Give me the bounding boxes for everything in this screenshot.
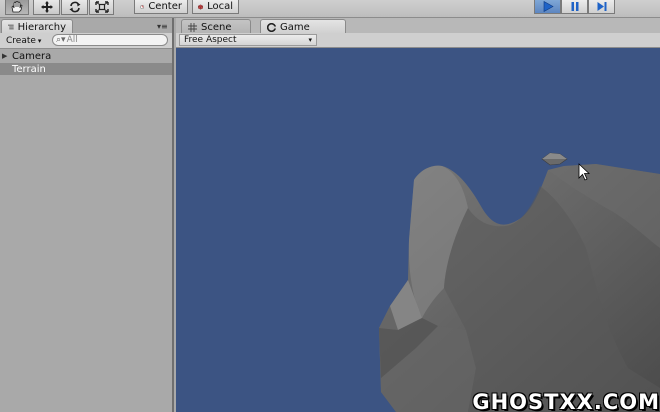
chevron-down-icon: ▾ [308,36,312,44]
move-icon [40,1,53,13]
move-tool-button[interactable] [33,0,60,15]
search-placeholder: All [66,35,78,45]
game-view-toolbar: Free Aspect ▾ [176,33,660,48]
search-icon: ⌕▾ [56,35,66,45]
main-toolbar: Center Local [0,0,660,18]
watermark-text: GHOSTXX.COM [472,390,660,412]
hand-icon [11,1,23,13]
play-icon [543,1,554,12]
step-icon [597,2,606,11]
aspect-dropdown[interactable]: Free Aspect ▾ [179,34,317,46]
scene-grid-icon [188,22,197,32]
tab-hierarchy[interactable]: Hierarchy [1,19,73,34]
chevron-down-icon: ▾ [37,36,42,45]
list-icon [8,24,14,30]
tab-game[interactable]: Game [260,19,346,34]
create-label: Create [6,35,36,46]
pivot-icon [140,4,145,9]
hand-tool-button[interactable] [5,0,29,15]
scale-tool-button[interactable] [89,0,114,15]
hierarchy-panel: Hierarchy ▾≡ Create ▾ ⌕▾ All ▶ Camera Te… [0,18,174,412]
create-dropdown[interactable]: Create ▾ [3,34,44,47]
tab-hierarchy-label: Hierarchy [17,21,66,33]
game-viewport[interactable]: GHOSTXX.COM [176,48,660,412]
tree-item-label: Terrain [12,63,46,75]
tree-item-terrain[interactable]: Terrain [0,63,172,75]
game-controller-icon [267,22,276,32]
cube-icon [198,4,203,9]
pivot-label: Center [148,1,182,12]
terrain-render [379,152,660,412]
scale-icon [94,1,109,13]
game-panel: Scene Game Free Aspect ▾ GHOSTXX.COM [176,18,660,412]
hierarchy-toolbar: Create ▾ ⌕▾ All [0,33,172,49]
play-button[interactable] [534,0,561,14]
tree-item-camera[interactable]: ▶ Camera [0,50,172,62]
expand-arrow-icon[interactable]: ▶ [0,52,11,60]
aspect-label: Free Aspect [184,35,237,45]
pause-button[interactable] [561,0,588,14]
step-button[interactable] [588,0,615,14]
tab-game-label: Game [280,21,310,33]
pause-icon [571,2,578,11]
panel-menu-icon[interactable]: ▾≡ [157,23,168,31]
tab-scene[interactable]: Scene [181,19,251,34]
tab-scene-label: Scene [201,21,232,33]
hierarchy-search-field[interactable]: ⌕▾ All [52,34,168,46]
rotate-tool-button[interactable] [61,0,88,15]
space-label: Local [207,1,233,12]
rotate-icon [69,1,80,13]
pivot-space-button[interactable]: Local [192,0,239,14]
tree-item-label: Camera [12,50,52,62]
pivot-center-button[interactable]: Center [134,0,188,14]
